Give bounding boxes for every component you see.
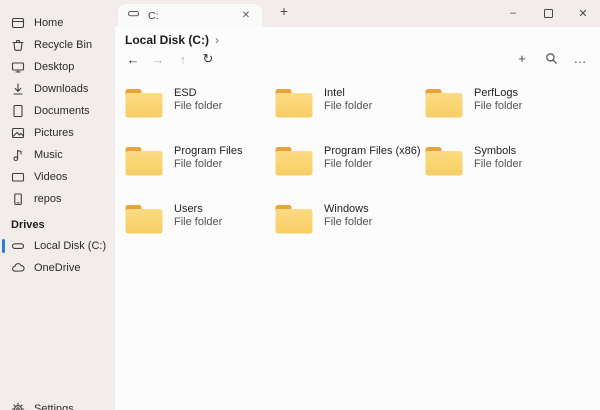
- folder-icon: [125, 146, 163, 176]
- sidebar-item-label: repos: [34, 193, 62, 205]
- videos-icon: [11, 170, 25, 184]
- sidebar-item-label: Music: [34, 149, 63, 161]
- folder-type: File folder: [474, 158, 522, 171]
- sidebar: Home Recycle Bin Desktop Downloads Docum: [0, 0, 115, 410]
- folder-icon: [125, 88, 163, 118]
- refresh-button[interactable]: ↻: [200, 51, 216, 67]
- folder-item-symbols[interactable]: SymbolsFile folder: [425, 146, 575, 176]
- sidebar-item-videos[interactable]: Videos: [0, 166, 115, 188]
- close-window-button[interactable]: ✕: [576, 4, 590, 22]
- titlebar[interactable]: C: ✕ + – ✕: [115, 0, 600, 27]
- music-note-icon: [11, 148, 25, 162]
- back-button[interactable]: ←: [125, 51, 141, 67]
- sidebar-item-label: Pictures: [34, 127, 74, 139]
- forward-button[interactable]: →: [150, 51, 166, 67]
- folder-name: Symbols: [474, 145, 522, 158]
- sidebar-item-desktop[interactable]: Desktop: [0, 56, 115, 78]
- navigation-toolbar: ← → ↑ ↻: [125, 51, 216, 67]
- desktop-icon: [11, 60, 25, 74]
- folder-icon: [275, 204, 313, 234]
- sidebar-item-repos[interactable]: repos: [0, 188, 115, 210]
- folder-type: File folder: [324, 158, 421, 171]
- folder-name: PerfLogs: [474, 87, 522, 100]
- sidebar-item-label: Videos: [34, 171, 67, 183]
- sidebar-item-label: Desktop: [34, 61, 74, 73]
- maximize-button[interactable]: [541, 4, 555, 22]
- drive-icon: [127, 7, 140, 25]
- sidebar-item-home[interactable]: Home: [0, 12, 115, 34]
- sidebar-item-label: Home: [34, 17, 63, 29]
- folder-item-perflogs[interactable]: PerfLogsFile folder: [425, 88, 575, 118]
- selection-indicator: [2, 239, 5, 253]
- folder-type: File folder: [174, 158, 242, 171]
- folder-grid: ESDFile folder IntelFile folder PerfLogs…: [125, 88, 575, 234]
- folder-name: Program Files (x86): [324, 145, 421, 158]
- folder-item-program-files[interactable]: Program FilesFile folder: [125, 146, 275, 176]
- folder-item-users[interactable]: UsersFile folder: [125, 204, 275, 234]
- folder-name: Users: [174, 203, 222, 216]
- maximize-icon: [544, 9, 553, 18]
- tab-title: C:: [148, 10, 159, 22]
- drive-icon: [11, 239, 25, 253]
- folder-item-windows[interactable]: WindowsFile folder: [275, 204, 425, 234]
- new-item-button[interactable]: +: [514, 50, 530, 66]
- folder-type: File folder: [174, 216, 222, 229]
- chevron-right-icon[interactable]: ›: [215, 33, 219, 47]
- folder-item-intel[interactable]: IntelFile folder: [275, 88, 425, 118]
- folder-icon: [125, 204, 163, 234]
- search-icon[interactable]: [543, 50, 559, 66]
- breadcrumb-location[interactable]: Local Disk (C:): [125, 33, 209, 47]
- sidebar-item-local-disk-c[interactable]: Local Disk (C:): [0, 235, 115, 257]
- up-button[interactable]: ↑: [175, 51, 191, 67]
- close-tab-icon[interactable]: ✕: [239, 10, 253, 21]
- sidebar-item-pictures[interactable]: Pictures: [0, 122, 115, 144]
- folder-icon: [425, 88, 463, 118]
- document-icon: [11, 104, 25, 118]
- folder-item-program-files-x86[interactable]: Program Files (x86)File folder: [275, 146, 425, 176]
- sidebar-item-label: Documents: [34, 105, 90, 117]
- folder-type: File folder: [474, 100, 522, 113]
- folder-item-esd[interactable]: ESDFile folder: [125, 88, 275, 118]
- folder-name: ESD: [174, 87, 222, 100]
- drives-section-header: Drives: [0, 215, 115, 235]
- actions-toolbar: + …: [514, 50, 588, 66]
- minimize-button[interactable]: –: [506, 4, 520, 22]
- repos-icon: [11, 192, 25, 206]
- content-pane: Local Disk (C:) › ← → ↑ ↻ + … ESDFile fo…: [115, 27, 600, 410]
- folder-type: File folder: [324, 100, 372, 113]
- sidebar-item-onedrive[interactable]: OneDrive: [0, 257, 115, 279]
- tab-local-disk-c[interactable]: C: ✕: [118, 4, 262, 27]
- folder-name: Intel: [324, 87, 372, 100]
- sidebar-item-settings[interactable]: Settings: [0, 398, 115, 410]
- sidebar-item-label: Local Disk (C:): [34, 240, 106, 252]
- new-tab-button[interactable]: +: [275, 3, 293, 19]
- folder-icon: [275, 146, 313, 176]
- sidebar-item-label: OneDrive: [34, 262, 80, 274]
- sidebar-item-label: Recycle Bin: [34, 39, 92, 51]
- folder-type: File folder: [174, 100, 222, 113]
- breadcrumb[interactable]: Local Disk (C:) ›: [125, 33, 219, 47]
- folder-icon: [425, 146, 463, 176]
- home-icon: [11, 16, 25, 30]
- sidebar-item-music[interactable]: Music: [0, 144, 115, 166]
- folder-icon: [275, 88, 313, 118]
- download-icon: [11, 82, 25, 96]
- recycle-bin-icon: [11, 38, 25, 52]
- more-options-button[interactable]: …: [572, 50, 588, 66]
- gear-icon: [11, 402, 25, 410]
- sidebar-item-recycle-bin[interactable]: Recycle Bin: [0, 34, 115, 56]
- folder-name: Windows: [324, 203, 372, 216]
- cloud-icon: [11, 261, 25, 275]
- sidebar-item-label: Settings: [34, 403, 74, 410]
- sidebar-item-documents[interactable]: Documents: [0, 100, 115, 122]
- sidebar-item-label: Downloads: [34, 83, 88, 95]
- window-controls: – ✕: [500, 2, 596, 24]
- file-manager-window: Home Recycle Bin Desktop Downloads Docum: [0, 0, 600, 410]
- folder-name: Program Files: [174, 145, 242, 158]
- folder-type: File folder: [324, 216, 372, 229]
- sidebar-item-downloads[interactable]: Downloads: [0, 78, 115, 100]
- pictures-icon: [11, 126, 25, 140]
